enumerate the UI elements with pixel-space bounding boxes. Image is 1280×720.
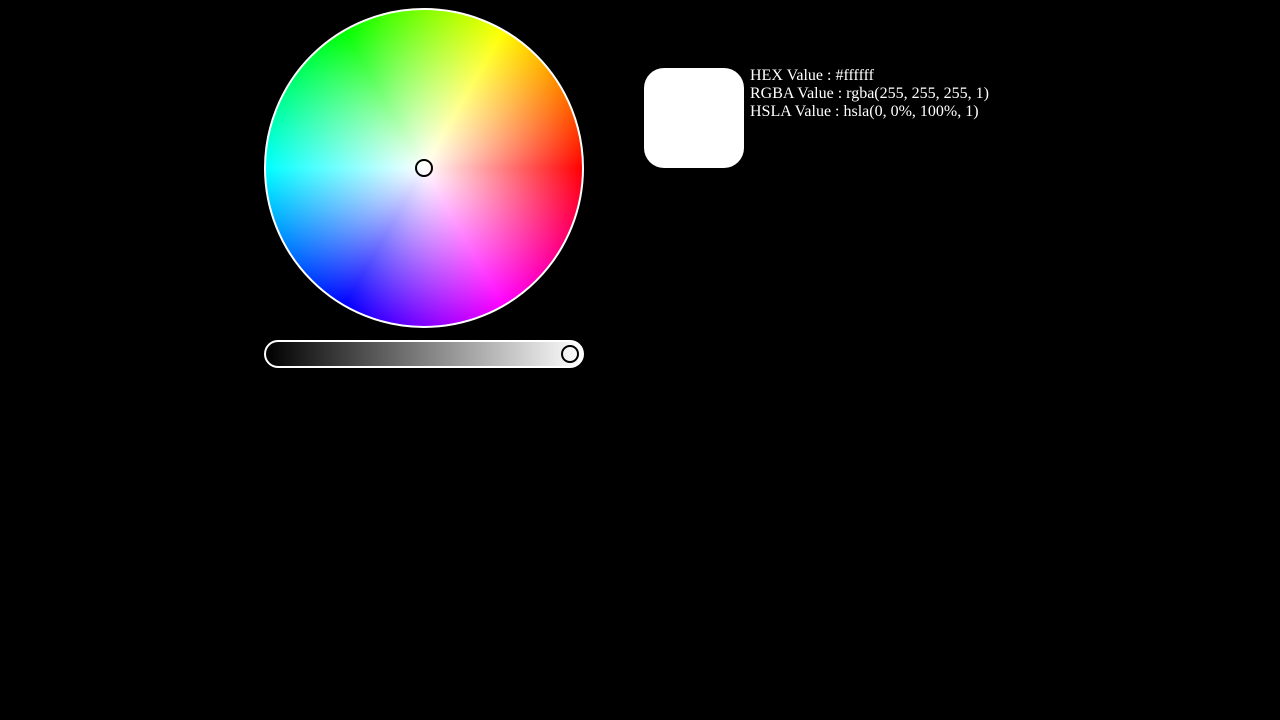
color-wheel-handle[interactable]: [415, 159, 433, 177]
hsla-value: HSLA Value : hsla(0, 0%, 100%, 1): [750, 103, 979, 120]
color-preview-swatch: [644, 68, 744, 168]
hex-value: HEX Value : #ffffff: [750, 67, 874, 84]
color-values: HEX Value : #ffffff RGBA Value : rgba(25…: [750, 67, 989, 121]
lightness-slider-handle[interactable]: [561, 345, 579, 363]
rgba-value: RGBA Value : rgba(255, 255, 255, 1): [750, 85, 989, 102]
lightness-slider[interactable]: [264, 340, 584, 368]
